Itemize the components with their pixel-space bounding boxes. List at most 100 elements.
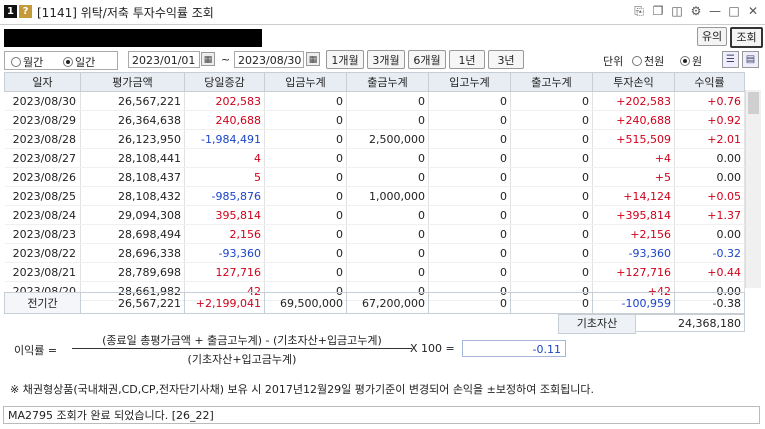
- redacted-account-bar: [4, 29, 262, 47]
- cell-in-total: 0: [428, 186, 511, 206]
- vertical-scrollbar[interactable]: [745, 90, 761, 288]
- formula-multiplier: X 100 =: [410, 342, 455, 355]
- column-header-eval-amount[interactable]: 평가금액: [80, 72, 185, 92]
- copy-icon[interactable]: ❐: [650, 3, 666, 19]
- query-button[interactable]: 조회: [730, 27, 763, 48]
- cell-daily-change: 240,688: [184, 110, 265, 130]
- cell-investment-pl: +14,124: [592, 186, 675, 206]
- column-header-investment-pl[interactable]: 투자손익: [592, 72, 675, 92]
- cell-in-total: 0: [428, 243, 511, 263]
- column-header-withdraw-total[interactable]: 출금누계: [346, 72, 429, 92]
- calendar-icon[interactable]: ▦: [306, 52, 320, 66]
- table-row[interactable]: 2023/08/26 28,108,437 5 0 0 0 0 +5 0.00: [4, 167, 745, 187]
- column-header-return-rate[interactable]: 수익률: [674, 72, 745, 92]
- cell-in-total: 0: [428, 148, 511, 168]
- table-header-row: 일자 평가금액 당일증감 입금누계 출금누계 입고누계 출고누계 투자손익 수익률: [4, 72, 745, 92]
- cell-daily-change: 4: [184, 148, 265, 168]
- chart-icon[interactable]: ▤: [742, 51, 759, 68]
- cell-daily-change: 202,583: [184, 91, 265, 111]
- quick-3month-button[interactable]: 3개월: [367, 50, 405, 69]
- total-eval-amount: 26,567,221: [80, 292, 185, 314]
- total-withdraw-total: 67,200,000: [346, 292, 429, 314]
- table-row[interactable]: 2023/08/27 28,108,441 4 0 0 0 0 +4 0.00: [4, 148, 745, 168]
- table-row[interactable]: 2023/08/28 26,123,950 -1,984,491 0 2,500,000…: [4, 129, 745, 149]
- notice-button[interactable]: 유의: [697, 27, 727, 46]
- quick-6month-button[interactable]: 6개월: [408, 50, 446, 69]
- cell-withdraw-total: 0: [346, 262, 429, 282]
- scrollbar-thumb[interactable]: [748, 92, 759, 114]
- table-row[interactable]: 2023/08/24 29,094,308 395,814 0 0 0 0 +395,814 +…: [4, 205, 745, 225]
- cell-return-rate: +2.01: [674, 129, 745, 149]
- cell-withdraw-total: 0: [346, 167, 429, 187]
- cell-eval-amount: 26,123,950: [80, 129, 185, 149]
- column-header-daily-change[interactable]: 당일증감: [184, 72, 265, 92]
- unit-option-won[interactable]: 원: [680, 53, 702, 69]
- date-separator: ~: [221, 53, 231, 66]
- period-option-monthly[interactable]: 월간: [11, 54, 43, 70]
- cell-out-total: 0: [510, 91, 593, 111]
- table-row[interactable]: 2023/08/21 28,789,698 127,716 0 0 0 0 +127,716 +…: [4, 262, 745, 282]
- cell-eval-amount: 28,108,432: [80, 186, 185, 206]
- quick-1year-button[interactable]: 1년: [449, 50, 485, 69]
- cell-in-total: 0: [428, 167, 511, 187]
- base-asset-label: 기초자산: [558, 314, 636, 334]
- grid-settings-icon[interactable]: ☰: [722, 51, 739, 68]
- quick-3year-button[interactable]: 3년: [488, 50, 524, 69]
- cell-in-total: 0: [428, 91, 511, 111]
- cell-out-total: 0: [510, 110, 593, 130]
- table-row[interactable]: 2023/08/22 28,696,338 -93,360 0 0 0 0 -93,360 -0…: [4, 243, 745, 263]
- cell-return-rate: 0.00: [674, 148, 745, 168]
- cell-withdraw-total: 0: [346, 148, 429, 168]
- period-option-daily[interactable]: 일간: [63, 54, 95, 70]
- cell-deposit-total: 0: [264, 186, 347, 206]
- calendar-icon[interactable]: ▦: [201, 52, 215, 66]
- cell-deposit-total: 0: [264, 129, 347, 149]
- quick-1month-button[interactable]: 1개월: [326, 50, 364, 69]
- column-header-date[interactable]: 일자: [4, 72, 81, 92]
- minimize-icon[interactable]: —: [707, 3, 723, 19]
- column-header-in-total[interactable]: 입고누계: [428, 72, 511, 92]
- cell-withdraw-total: 0: [346, 243, 429, 263]
- cell-in-total: 0: [428, 224, 511, 244]
- cell-return-rate: +0.44: [674, 262, 745, 282]
- clipboard-icon[interactable]: ⎘: [631, 3, 647, 19]
- total-return-rate: -0.38: [674, 292, 745, 314]
- camera-icon[interactable]: ◫: [669, 3, 685, 19]
- cell-withdraw-total: 0: [346, 91, 429, 111]
- unit-option-thousand[interactable]: 천원: [632, 53, 664, 69]
- total-daily-change: +2,199,041: [184, 292, 265, 314]
- cell-date: 2023/08/26: [4, 167, 81, 187]
- end-date-input[interactable]: 2023/08/30: [234, 51, 304, 68]
- total-deposit-total: 69,500,000: [264, 292, 347, 314]
- table-row[interactable]: 2023/08/25 28,108,432 -985,876 0 1,000,000 0 0…: [4, 186, 745, 206]
- formula-denominator: (기초자산+입고금누계): [187, 353, 297, 366]
- total-date: 전기간: [4, 292, 81, 314]
- table-row[interactable]: 2023/08/23 28,698,494 2,156 0 0 0 0 +2,156 0.00: [4, 224, 745, 244]
- cell-investment-pl: +202,583: [592, 91, 675, 111]
- column-header-deposit-total[interactable]: 입금누계: [264, 72, 347, 92]
- cell-deposit-total: 0: [264, 224, 347, 244]
- close-icon[interactable]: ✕: [745, 3, 761, 19]
- return-formula: 이익률 = (종료일 총평가금액 + 출금고누계) - (기초자산+입금고누계)…: [14, 332, 574, 368]
- maximize-icon[interactable]: □: [726, 3, 742, 19]
- cell-eval-amount: 28,696,338: [80, 243, 185, 263]
- status-bar: MA2795 조회가 완료 되었습니다. [26_22]: [3, 406, 760, 424]
- cell-investment-pl: +127,716: [592, 262, 675, 282]
- cell-date: 2023/08/27: [4, 148, 81, 168]
- cell-eval-amount: 28,108,437: [80, 167, 185, 187]
- total-table: 전기간 26,567,221 +2,199,041 69,500,000 67,200,…: [4, 292, 745, 314]
- start-date-input[interactable]: 2023/01/01: [128, 51, 200, 68]
- base-asset-value: 24,368,180: [635, 314, 745, 332]
- total-investment-pl: -100,959: [592, 292, 675, 314]
- table-row[interactable]: 2023/08/30 26,567,221 202,583 0 0 0 0 +202,583 +…: [4, 91, 745, 111]
- column-header-out-total[interactable]: 출고누계: [510, 72, 593, 92]
- cell-withdraw-total: 0: [346, 224, 429, 244]
- cell-out-total: 0: [510, 148, 593, 168]
- table-row[interactable]: 2023/08/29 26,364,638 240,688 0 0 0 0 +240,688 +…: [4, 110, 745, 130]
- cell-date: 2023/08/25: [4, 186, 81, 206]
- gear-icon[interactable]: ⚙: [688, 3, 704, 19]
- cell-date: 2023/08/29: [4, 110, 81, 130]
- unit-option-label: 천원: [644, 55, 665, 68]
- help-icon[interactable]: ?: [19, 5, 32, 18]
- cell-return-rate: +1.37: [674, 205, 745, 225]
